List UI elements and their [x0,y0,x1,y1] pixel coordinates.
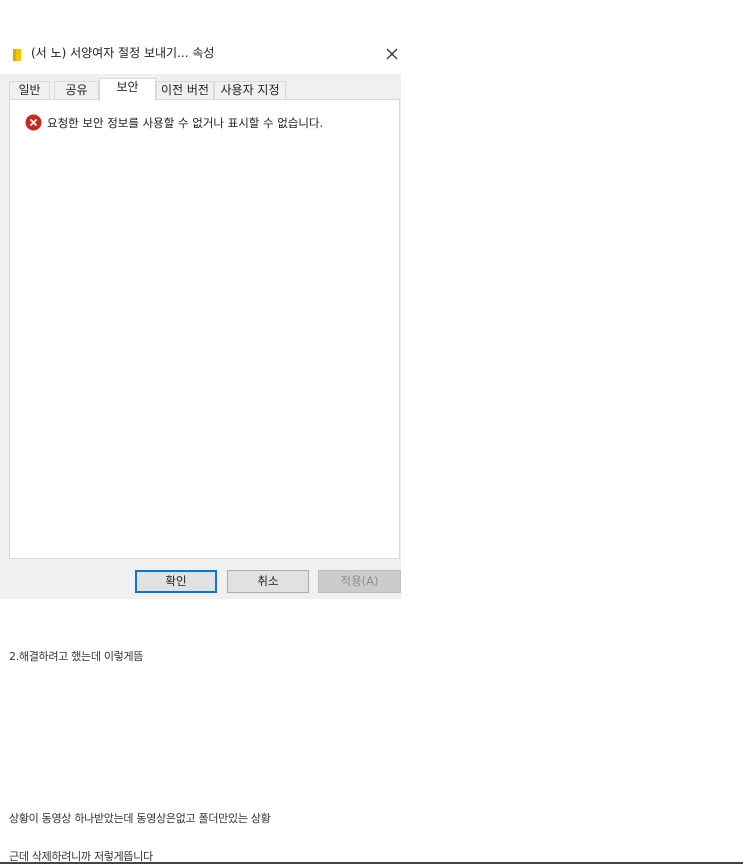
tab-customize[interactable]: 사용자 지정 [214,81,286,100]
tab-sharing[interactable]: 공유 [54,81,99,100]
error-message-row: 요청한 보안 정보를 사용할 수 없거나 표시할 수 없습니다. [25,114,323,131]
tab-strip: 일반 공유 보안 이전 버전 사용자 지정 [9,78,401,101]
close-icon [386,48,398,60]
error-icon [25,114,42,131]
post-text-line: 상황이 동영상 하나받았는데 동영상은없고 폴더만있는 상황 [9,812,271,825]
error-message: 요청한 보안 정보를 사용할 수 없거나 표시할 수 없습니다. [47,115,324,130]
title-bar: (서 노) 서양여자 절정 보내기... 속성 [0,34,401,74]
post-text-line: 2.해결하려고 했는데 이렇게뜸 [9,650,144,663]
security-panel: 요청한 보안 정보를 사용할 수 없거나 표시할 수 없습니다. [9,99,400,559]
tab-previous-versions[interactable]: 이전 버전 [156,81,214,100]
window-title: (서 노) 서양여자 절정 보내기... 속성 [31,46,215,60]
cancel-button[interactable]: 취소 [227,570,309,593]
tab-general[interactable]: 일반 [9,81,50,100]
ok-button[interactable]: 확인 [135,570,217,593]
properties-dialog: (서 노) 서양여자 절정 보내기... 속성 일반 공유 보안 이전 버전 사… [0,34,401,599]
apply-button[interactable]: 적용(A) [318,570,401,593]
folder-icon [12,47,22,61]
close-button[interactable] [380,42,404,66]
tab-security[interactable]: 보안 [99,78,156,101]
